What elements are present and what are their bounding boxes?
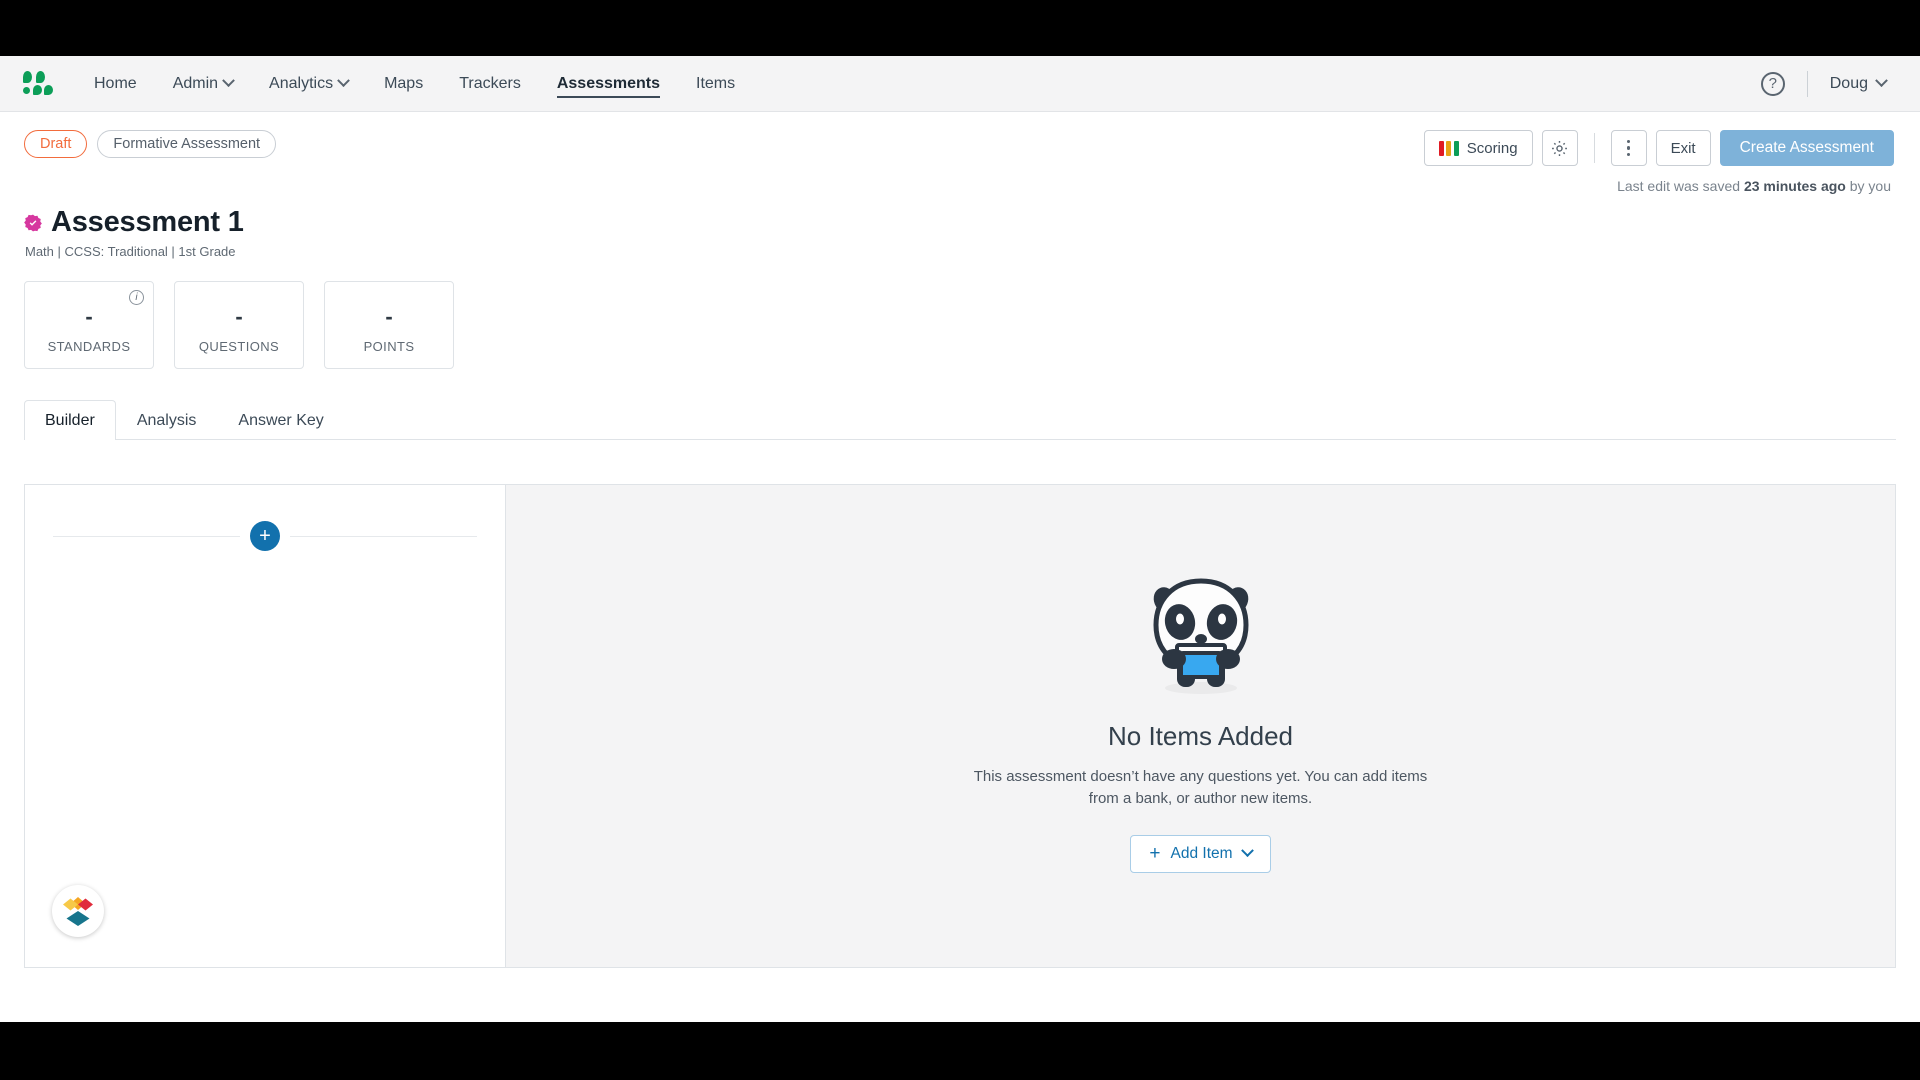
scoring-button[interactable]: Scoring bbox=[1423, 130, 1533, 166]
plus-icon: + bbox=[1149, 843, 1161, 865]
nav-item-label: Analytics bbox=[269, 74, 334, 92]
nav-right-cluster: ? Doug bbox=[1760, 70, 1898, 97]
stat-value: - bbox=[385, 304, 393, 329]
tab-label: Analysis bbox=[136, 412, 197, 429]
nav-item-admin[interactable]: Admin bbox=[155, 56, 251, 111]
info-icon[interactable]: i bbox=[129, 290, 144, 305]
builder-left-panel: + bbox=[24, 484, 506, 968]
action-bar-right: Scoring Exit Create Assessment Last edit… bbox=[1423, 130, 1894, 194]
diamond-stack-logo-icon[interactable] bbox=[52, 885, 104, 937]
help-icon[interactable]: ? bbox=[1760, 71, 1785, 96]
empty-state-title: No Items Added bbox=[1108, 721, 1293, 752]
nav-item-label: Assessments bbox=[556, 74, 661, 92]
nav-item-label: Maps bbox=[384, 74, 424, 92]
add-section-row: + bbox=[25, 485, 505, 551]
action-buttons: Scoring Exit Create Assessment bbox=[1423, 130, 1894, 166]
kebab-menu-icon bbox=[1626, 139, 1631, 157]
stat-value: - bbox=[235, 304, 243, 329]
add-item-label: Add Item bbox=[1170, 844, 1233, 862]
nav-item-assessments[interactable]: Assessments bbox=[539, 56, 678, 111]
settings-button[interactable] bbox=[1541, 130, 1578, 166]
create-assessment-label: Create Assessment bbox=[1739, 139, 1874, 156]
divider-line-right bbox=[290, 535, 477, 537]
assessment-subtitle: Math | CCSS: Traditional | 1st Grade bbox=[25, 244, 236, 259]
assessment-type-badge[interactable]: Formative Assessment bbox=[97, 130, 277, 158]
tab-answer-key[interactable]: Answer Key bbox=[217, 400, 344, 440]
nav-item-maps[interactable]: Maps bbox=[366, 56, 441, 111]
empty-state-panel: No Items Added This assessment doesn’t h… bbox=[506, 484, 1896, 968]
stat-card-points: - POINTS bbox=[324, 281, 454, 369]
assessment-header: Assessment 1 Math | CCSS: Traditional | … bbox=[0, 194, 1920, 259]
saved-prefix: Last edit was saved bbox=[1617, 178, 1744, 194]
user-name-label: Doug bbox=[1829, 74, 1868, 92]
nav-item-home[interactable]: Home bbox=[76, 56, 155, 111]
tab-label: Answer Key bbox=[238, 412, 324, 429]
action-bar: Draft Formative Assessment Scoring Exit … bbox=[0, 112, 1920, 194]
chevron-down-icon bbox=[1240, 844, 1254, 858]
nav-item-analytics[interactable]: Analytics bbox=[251, 56, 366, 111]
scoring-button-label: Scoring bbox=[1466, 139, 1518, 157]
stat-label: QUESTIONS bbox=[198, 339, 280, 354]
nav-item-label: Home bbox=[94, 74, 137, 92]
tabs: Builder Analysis Answer Key bbox=[24, 399, 1896, 440]
nav-item-items[interactable]: Items bbox=[678, 56, 753, 111]
kickup-dots-logo-icon[interactable] bbox=[22, 70, 53, 97]
empty-state-description: This assessment doesn’t have any questio… bbox=[973, 768, 1428, 807]
letterbox-top bbox=[0, 0, 1920, 56]
user-menu[interactable]: Doug bbox=[1829, 74, 1888, 93]
plus-icon[interactable]: + bbox=[250, 521, 280, 551]
app-window: Home Admin Analytics Maps Trackers Asses… bbox=[0, 56, 1920, 1022]
scoring-bars-icon bbox=[1438, 140, 1459, 156]
letterbox-bottom bbox=[0, 1022, 1920, 1080]
saved-time: 23 minutes ago bbox=[1743, 178, 1846, 194]
exit-button-label: Exit bbox=[1670, 139, 1696, 157]
nav-item-trackers[interactable]: Trackers bbox=[441, 56, 539, 111]
tab-builder[interactable]: Builder bbox=[24, 400, 116, 440]
add-item-button[interactable]: + Add Item bbox=[1130, 834, 1271, 873]
nav-item-label: Admin bbox=[172, 74, 219, 92]
chevron-down-icon bbox=[337, 74, 350, 88]
chevron-down-icon bbox=[222, 74, 235, 88]
verified-seal-icon bbox=[24, 214, 42, 232]
builder-body: + No Items Added This assessment doesn’t… bbox=[24, 484, 1896, 968]
stat-value: - bbox=[85, 304, 93, 329]
stat-cards: i - STANDARDS - QUESTIONS - POINTS bbox=[0, 259, 1920, 369]
nav-items: Home Admin Analytics Maps Trackers Asses… bbox=[76, 56, 753, 111]
help-icon-glyph: ? bbox=[1768, 75, 1777, 92]
nav-item-label: Trackers bbox=[459, 74, 521, 92]
toolbar-divider bbox=[1593, 133, 1595, 163]
more-options-button[interactable] bbox=[1610, 130, 1647, 166]
tab-bar: Builder Analysis Answer Key bbox=[0, 399, 1920, 440]
title-row: Assessment 1 bbox=[24, 206, 1896, 239]
nav-divider bbox=[1806, 70, 1808, 97]
top-navigation-bar: Home Admin Analytics Maps Trackers Asses… bbox=[0, 56, 1920, 112]
last-saved-status: Last edit was saved 23 minutes ago by yo… bbox=[1617, 178, 1894, 194]
stat-card-standards: i - STANDARDS bbox=[24, 281, 154, 369]
gear-icon bbox=[1552, 140, 1568, 156]
divider-line-left bbox=[53, 535, 240, 537]
status-badge-draft[interactable]: Draft bbox=[24, 130, 88, 158]
page-title: Assessment 1 bbox=[51, 206, 244, 238]
exit-button[interactable]: Exit bbox=[1655, 130, 1711, 166]
create-assessment-button[interactable]: Create Assessment bbox=[1719, 130, 1894, 166]
stat-card-questions: - QUESTIONS bbox=[174, 281, 304, 369]
tab-label: Builder bbox=[45, 412, 95, 429]
tab-analysis[interactable]: Analysis bbox=[116, 400, 218, 440]
status-pill-group: Draft Formative Assessment bbox=[24, 130, 277, 158]
chevron-down-icon bbox=[1875, 74, 1888, 88]
panda-with-book-icon bbox=[1136, 573, 1266, 703]
saved-suffix: by you bbox=[1845, 178, 1891, 194]
stat-label: POINTS bbox=[363, 339, 415, 354]
stat-label: STANDARDS bbox=[47, 339, 131, 354]
nav-item-label: Items bbox=[696, 74, 736, 92]
